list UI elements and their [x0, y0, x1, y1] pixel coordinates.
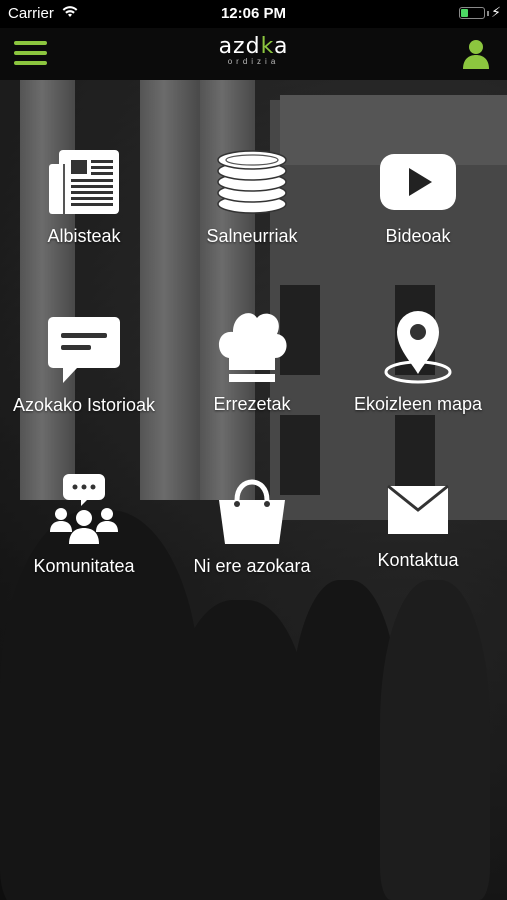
- menu-item-label: Albisteak: [47, 226, 121, 246]
- menu-item-komunitatea[interactable]: Komunitatea: [4, 470, 164, 578]
- menu-item-label: Kontaktua: [377, 550, 459, 570]
- speech-bubble-icon: [48, 317, 120, 383]
- envelope-icon: [387, 484, 449, 534]
- menu-item-label: Bideoak: [385, 226, 451, 246]
- menu-item-label: Komunitatea: [33, 556, 135, 576]
- menu-item-label: Errezetak: [213, 394, 291, 414]
- coins-icon: [217, 150, 287, 214]
- menu-item-ni-ere-azokara[interactable]: Ni ere azokara: [172, 470, 332, 578]
- menu-item-albisteak[interactable]: Albisteak: [4, 148, 164, 248]
- logo-subtitle: ordizia: [227, 57, 280, 66]
- menu-item-label: Ekoizleen mapa: [353, 394, 483, 414]
- battery-icon: [459, 7, 485, 19]
- map-pin-icon: [384, 311, 452, 384]
- menu-item-kontaktua[interactable]: Kontaktua: [338, 478, 498, 572]
- app-logo: azdka ordizia: [0, 34, 507, 66]
- menu-item-ekoizleen-mapa[interactable]: Ekoizleen mapa: [338, 308, 498, 416]
- battery-cap: [487, 11, 489, 16]
- clock: 12:06 PM: [220, 5, 287, 22]
- menu-item-errezetak[interactable]: Errezetak: [172, 308, 332, 416]
- menu-item-bideoak[interactable]: Bideoak: [338, 148, 498, 248]
- menu-item-label: Salneurriak: [206, 226, 298, 246]
- play-video-icon: [380, 154, 456, 210]
- newspaper-icon: [49, 150, 119, 214]
- menu-item-label: Ni ere azokara: [193, 556, 311, 576]
- chef-hat-icon: [218, 313, 287, 382]
- community-icon: [50, 474, 118, 544]
- menu-item-label: Azokako Istorioak: [12, 395, 156, 415]
- nav-bar: azdka ordizia: [0, 28, 507, 80]
- main-menu-area: Albisteak Salneurriak Bideoak Azokako Is…: [0, 80, 507, 900]
- menu-item-salneurriak[interactable]: Salneurriak: [172, 148, 332, 248]
- menu-item-azokako-istorioak[interactable]: Azokako Istorioak: [4, 315, 164, 417]
- shopping-bag-icon: [219, 479, 285, 544]
- status-bar: Carrier 12:06 PM ⚡︎: [0, 0, 507, 28]
- charging-bolt-icon: ⚡︎: [491, 4, 501, 20]
- user-icon[interactable]: [461, 38, 491, 70]
